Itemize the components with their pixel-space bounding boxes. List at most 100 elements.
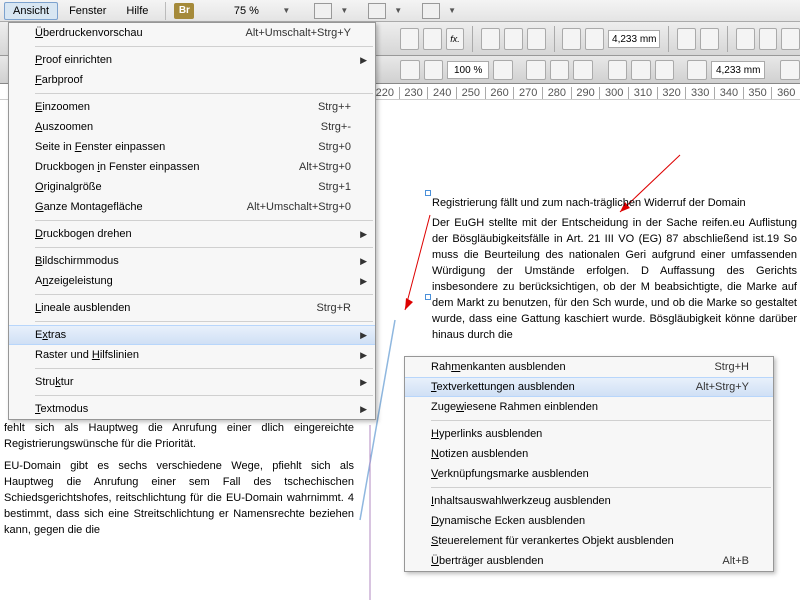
menu-item-label: Extras	[35, 329, 66, 341]
view-menu-item[interactable]: EinzoomenStrg++	[9, 97, 375, 117]
tool-button[interactable]	[562, 28, 581, 50]
menu-fenster[interactable]: Fenster	[60, 2, 115, 20]
view-menu-item[interactable]: Raster und Hilfslinien▶	[9, 345, 375, 365]
view-menu-item[interactable]: Textmodus▶	[9, 399, 375, 419]
view-options-icon[interactable]	[368, 3, 386, 19]
frame-handle[interactable]	[425, 294, 431, 300]
tool-button[interactable]	[493, 60, 513, 80]
tool-button[interactable]	[655, 60, 675, 80]
menu-shortcut: Strg+H	[714, 361, 749, 373]
extras-submenu: Rahmenkanten ausblendenStrg+HTextverkett…	[404, 356, 774, 572]
measurement-field[interactable]: 4,233 mm	[711, 61, 766, 79]
menu-separator	[431, 487, 771, 488]
view-menu-item[interactable]: Struktur▶	[9, 372, 375, 392]
measurement-field[interactable]: 4,233 mm	[608, 30, 660, 48]
view-menu-item[interactable]: Bildschirmmodus▶	[9, 251, 375, 271]
view-menu-item[interactable]: Seite in Fenster einpassenStrg+0	[9, 137, 375, 157]
extras-submenu-item[interactable]: Zugewiesene Rahmen einblenden	[405, 397, 773, 417]
menu-item-label: Struktur	[35, 376, 74, 388]
arrange-icon[interactable]	[422, 3, 440, 19]
ruler-tick: 350	[743, 87, 772, 99]
bridge-icon[interactable]: Br	[174, 3, 194, 19]
menu-separator	[35, 247, 373, 248]
extras-submenu-item[interactable]: Notizen ausblenden	[405, 444, 773, 464]
tool-button[interactable]	[504, 28, 523, 50]
ruler-tick: 320	[657, 87, 686, 99]
dropdown-icon[interactable]: ▼	[336, 6, 352, 15]
view-menu-item[interactable]: Druckbogen in Fenster einpassenAlt+Strg+…	[9, 157, 375, 177]
view-menu-dropdown: ÜberdruckenvorschauAlt+Umschalt+Strg+Y Pr…	[8, 22, 376, 420]
extras-submenu-item[interactable]: Inhaltsauswahlwerkzeug ausblenden	[405, 491, 773, 511]
extras-submenu-item[interactable]: Textverkettungen ausblendenAlt+Strg+Y	[405, 377, 773, 397]
view-menu-item[interactable]: Extras▶	[9, 325, 375, 345]
tool-button[interactable]	[585, 28, 604, 50]
extras-submenu-item[interactable]: Verknüpfungsmarke ausblenden	[405, 464, 773, 484]
tool-button[interactable]	[631, 60, 651, 80]
menubar: Ansicht Fenster Hilfe Br 75 % ▼ ▼ ▼ ▼	[0, 0, 800, 22]
dropdown-icon[interactable]: ▼	[390, 6, 406, 15]
view-menu-item[interactable]: Druckbogen drehen▶	[9, 224, 375, 244]
tool-button[interactable]	[700, 28, 719, 50]
menu-separator	[35, 368, 373, 369]
tool-button[interactable]	[400, 28, 419, 50]
frame-handle[interactable]	[425, 190, 431, 196]
ruler-tick: 360	[771, 87, 800, 99]
tool-button[interactable]	[550, 60, 570, 80]
view-menu-item[interactable]: Farbproof	[9, 70, 375, 90]
separator	[165, 2, 166, 20]
menu-shortcut: Strg+R	[316, 302, 351, 314]
menu-separator	[35, 220, 373, 221]
tool-button[interactable]	[780, 60, 800, 80]
menu-item-label: Originalgröße	[35, 181, 102, 193]
menu-item-label: Druckbogen drehen	[35, 228, 132, 240]
view-menu-item[interactable]: Lineale ausblendenStrg+R	[9, 298, 375, 318]
percentage-field[interactable]: 100 %	[447, 61, 489, 79]
menu-item-label: Proof einrichten	[35, 54, 112, 66]
tool-button[interactable]	[400, 60, 420, 80]
menu-item-label: Auszoomen	[35, 121, 93, 133]
tool-button[interactable]	[481, 28, 500, 50]
ruler-tick: 230	[399, 87, 428, 99]
menu-item-label: Hyperlinks ausblenden	[431, 428, 542, 440]
view-menu-item[interactable]: Proof einrichten▶	[9, 50, 375, 70]
zoom-dropdown-icon[interactable]: ▼	[278, 6, 294, 15]
screen-mode-icon[interactable]	[314, 3, 332, 19]
extras-submenu-item[interactable]: Steuerelement für verankertes Objekt aus…	[405, 531, 773, 551]
tool-button[interactable]	[687, 60, 707, 80]
menu-separator	[431, 420, 771, 421]
zoom-level[interactable]: 75 %	[216, 5, 276, 17]
menu-item-label: Textverkettungen ausblenden	[431, 381, 575, 393]
tool-button[interactable]	[526, 60, 546, 80]
separator	[727, 26, 728, 52]
menu-item-label: Einzoomen	[35, 101, 90, 113]
extras-submenu-item[interactable]: Rahmenkanten ausblendenStrg+H	[405, 357, 773, 377]
tool-button[interactable]	[759, 28, 778, 50]
extras-submenu-item[interactable]: Überträger ausblendenAlt+B	[405, 551, 773, 571]
extras-submenu-item[interactable]: Hyperlinks ausblenden	[405, 424, 773, 444]
tool-button[interactable]	[424, 60, 444, 80]
view-menu-item[interactable]: Anzeigeleistung▶	[9, 271, 375, 291]
ruler-tick: 280	[542, 87, 571, 99]
dropdown-icon[interactable]: ▼	[444, 6, 460, 15]
extras-submenu-item[interactable]: Dynamische Ecken ausblenden	[405, 511, 773, 531]
view-menu-item[interactable]: OriginalgrößeStrg+1	[9, 177, 375, 197]
menu-item-label: Farbproof	[35, 74, 83, 86]
menu-hilfe[interactable]: Hilfe	[117, 2, 157, 20]
tool-button[interactable]	[781, 28, 800, 50]
menu-ansicht[interactable]: Ansicht	[4, 2, 58, 20]
submenu-arrow-icon: ▶	[360, 350, 367, 361]
fx-button[interactable]: fx.	[446, 28, 465, 50]
tool-button[interactable]	[736, 28, 755, 50]
tool-button[interactable]	[677, 28, 696, 50]
tool-button[interactable]	[573, 60, 593, 80]
view-menu-item[interactable]: ÜberdruckenvorschauAlt+Umschalt+Strg+Y	[9, 23, 375, 43]
menu-item-label: Überdruckenvorschau	[35, 27, 143, 39]
menu-item-label: Inhaltsauswahlwerkzeug ausblenden	[431, 495, 611, 507]
separator	[554, 26, 555, 52]
view-menu-item[interactable]: AuszoomenStrg+-	[9, 117, 375, 137]
tool-button[interactable]	[608, 60, 628, 80]
ruler-tick: 260	[485, 87, 514, 99]
tool-button[interactable]	[527, 28, 546, 50]
view-menu-item[interactable]: Ganze MontageflächeAlt+Umschalt+Strg+0	[9, 197, 375, 217]
tool-button[interactable]	[423, 28, 442, 50]
